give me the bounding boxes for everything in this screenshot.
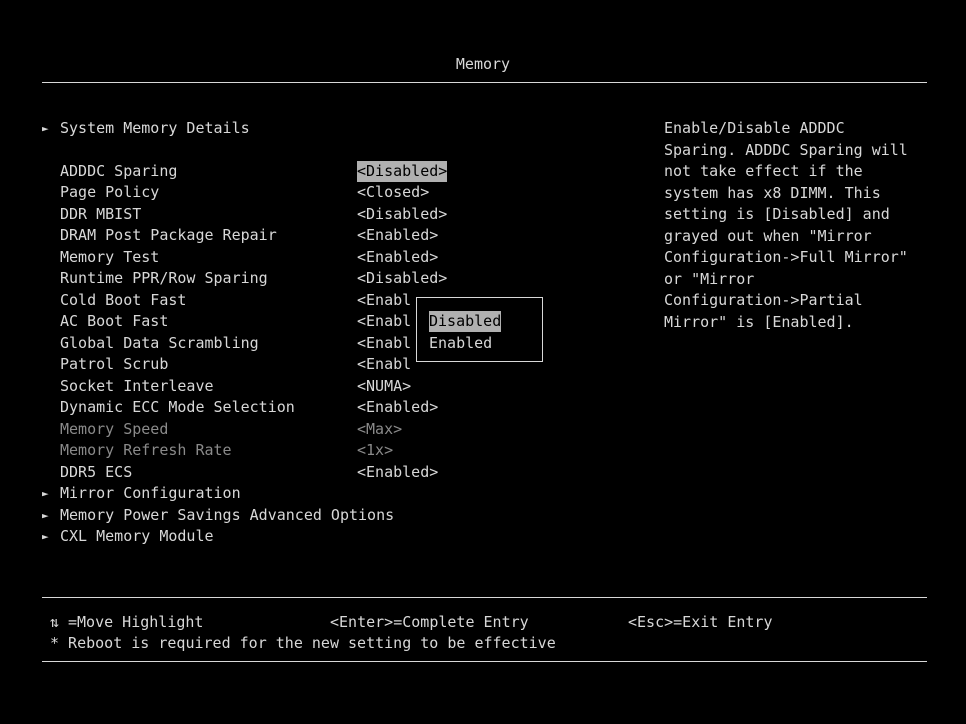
submenu-arrow-icon: ► bbox=[42, 122, 49, 135]
setting-value-ddr-mbist[interactable]: <Disabled> bbox=[357, 204, 447, 225]
setting-value-memory-test[interactable]: <Enabled> bbox=[357, 247, 438, 268]
setting-label-ac-boot-fast[interactable]: AC Boot Fast bbox=[60, 311, 168, 332]
page-title: Memory bbox=[455, 55, 511, 73]
setting-value-cold-boot-fast[interactable]: <Enabl bbox=[357, 290, 411, 311]
submenu-mirror-configuration[interactable]: Mirror Configuration bbox=[60, 483, 241, 504]
help-line: Enable/Disable ADDDC bbox=[664, 119, 845, 137]
setting-value-global-data-scrambling[interactable]: <Enabl bbox=[357, 333, 411, 354]
setting-value-page-policy[interactable]: <Closed> bbox=[357, 182, 429, 203]
help-line: Sparing. ADDDC Sparing will bbox=[664, 140, 908, 159]
footer-move-hint: =Move Highlight bbox=[68, 613, 204, 631]
setting-value-socket-interleave[interactable]: <NUMA> bbox=[357, 376, 411, 397]
setting-label-socket-interleave[interactable]: Socket Interleave bbox=[60, 376, 214, 397]
popup-option-enabled[interactable]: Enabled bbox=[429, 333, 492, 354]
setting-label-patrol-scrub[interactable]: Patrol Scrub bbox=[60, 354, 168, 375]
setting-value-memory-speed: <Max> bbox=[357, 420, 403, 438]
footer-reboot-note: * Reboot is required for the new setting… bbox=[50, 634, 556, 652]
setting-value-patrol-scrub[interactable]: <Enabl bbox=[357, 354, 411, 375]
setting-value-addDC-sparing[interactable]: <Disabled> bbox=[357, 161, 448, 182]
setting-value-ddr5-ecs[interactable]: <Enabled> bbox=[357, 462, 438, 483]
setting-value-runtime-ppr[interactable]: <Disabled> bbox=[357, 268, 447, 289]
submenu-cxl-memory-module[interactable]: CXL Memory Module bbox=[60, 526, 214, 547]
popup-option-disabled[interactable]: Disabled bbox=[429, 311, 502, 332]
up-down-arrows-icon: ⇅ bbox=[50, 613, 60, 631]
setting-label-cold-boot-fast[interactable]: Cold Boot Fast bbox=[60, 290, 186, 311]
setting-value-memory-refresh-rate: <1x> bbox=[357, 441, 394, 459]
setting-label-global-data-scrambling[interactable]: Global Data Scrambling bbox=[60, 333, 259, 354]
setting-value-dram-ppr[interactable]: <Enabled> bbox=[357, 225, 438, 246]
setting-label-runtime-ppr[interactable]: Runtime PPR/Row Sparing bbox=[60, 268, 268, 289]
setting-label-addDC-sparing[interactable]: ADDDC Sparing bbox=[60, 161, 177, 182]
help-line: grayed out when "Mirror bbox=[664, 226, 872, 245]
submenu-arrow-icon: ► bbox=[42, 509, 49, 522]
setting-value-ac-boot-fast[interactable]: <Enabl bbox=[357, 311, 411, 332]
help-line: or "Mirror bbox=[664, 269, 755, 288]
setting-label-memory-refresh-rate: Memory Refresh Rate bbox=[60, 441, 232, 459]
header-divider bbox=[42, 82, 927, 83]
setting-label-memory-speed: Memory Speed bbox=[60, 420, 169, 438]
setting-label-dram-ppr[interactable]: DRAM Post Package Repair bbox=[60, 225, 277, 246]
setting-label-memory-test[interactable]: Memory Test bbox=[60, 247, 159, 268]
help-line: system has x8 DIMM. This bbox=[664, 183, 881, 202]
help-line: not take effect if the bbox=[664, 162, 863, 180]
footer-enter-hint: <Enter>=Complete Entry bbox=[330, 613, 529, 631]
help-line: setting is [Disabled] and bbox=[664, 205, 890, 223]
submenu-arrow-icon: ► bbox=[42, 530, 49, 543]
setting-label-page-policy[interactable]: Page Policy bbox=[60, 182, 159, 203]
submenu-system-memory-details[interactable]: System Memory Details bbox=[60, 118, 250, 139]
footer-divider-top bbox=[42, 597, 927, 598]
setting-label-ddr-mbist[interactable]: DDR MBIST bbox=[60, 204, 141, 225]
submenu-arrow-icon: ► bbox=[42, 487, 49, 500]
submenu-memory-power-savings[interactable]: Memory Power Savings Advanced Options bbox=[60, 505, 394, 526]
setting-value-dynamic-ecc[interactable]: <Enabled> bbox=[357, 397, 438, 418]
help-line: Configuration->Full Mirror" bbox=[664, 248, 908, 266]
footer-esc-hint: <Esc>=Exit Entry bbox=[628, 613, 773, 631]
help-line: Configuration->Partial bbox=[664, 291, 863, 309]
setting-label-ddr5-ecs[interactable]: DDR5 ECS bbox=[60, 462, 132, 483]
help-line: Mirror" is [Enabled]. bbox=[664, 312, 854, 331]
option-popup: Disabled Enabled bbox=[416, 297, 543, 362]
help-panel: Enable/Disable ADDDC Sparing. ADDDC Spar… bbox=[664, 118, 924, 333]
setting-label-dynamic-ecc[interactable]: Dynamic ECC Mode Selection bbox=[60, 397, 295, 418]
footer-divider-bottom bbox=[42, 661, 927, 662]
